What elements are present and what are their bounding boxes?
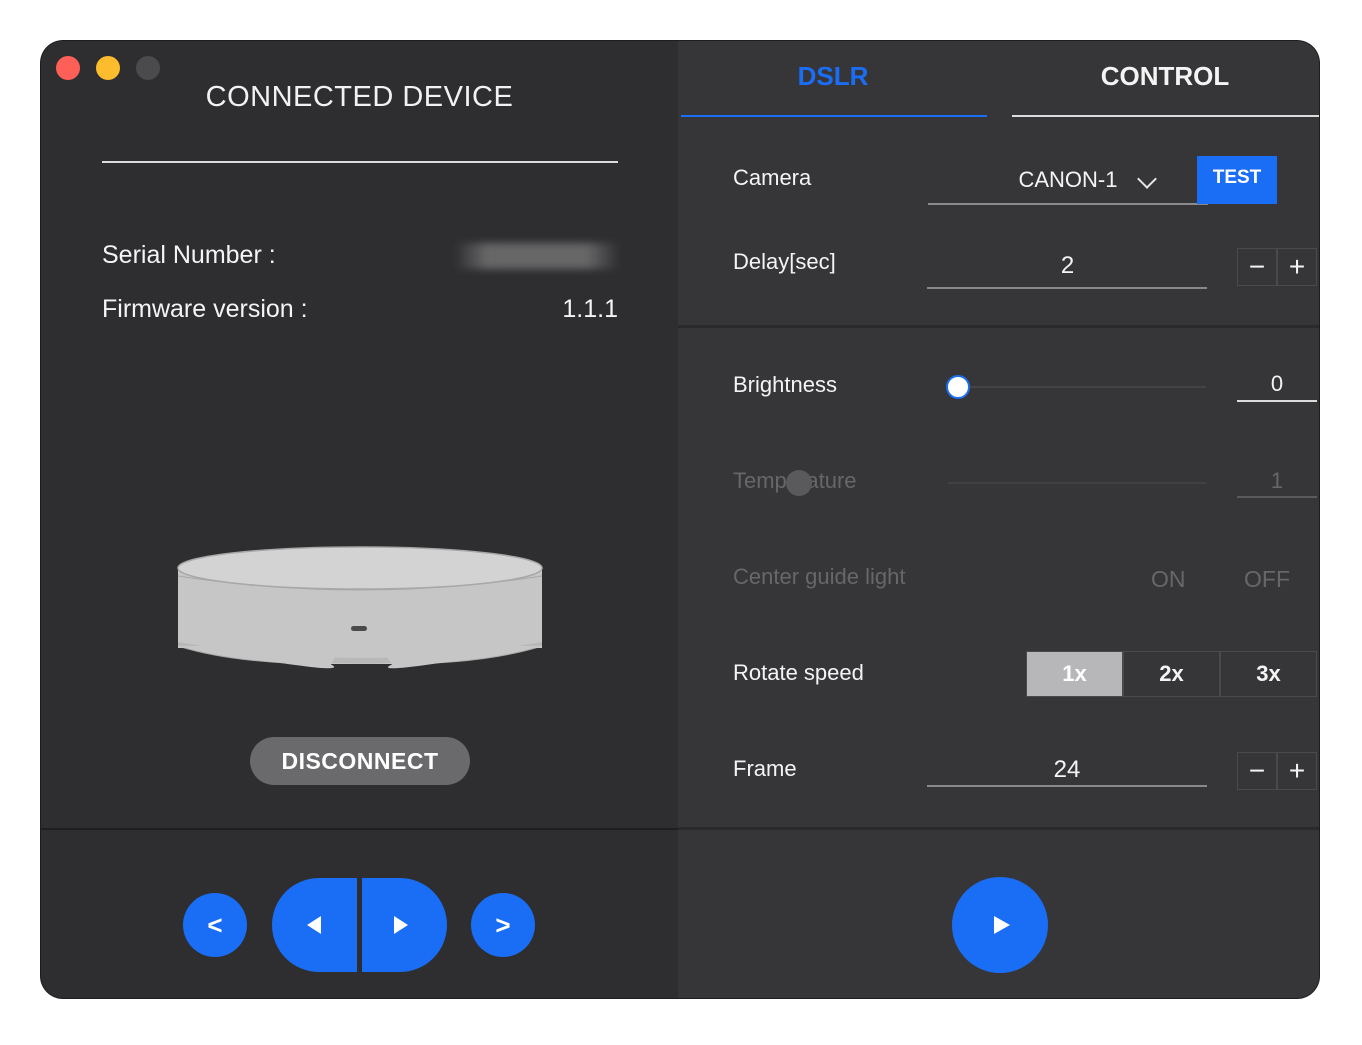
delay-label: Delay[sec]: [733, 249, 836, 274]
rotate-right-button[interactable]: [362, 878, 447, 972]
frame-input-underline: [927, 785, 1207, 787]
camera-select-underline: [928, 203, 1208, 205]
frame-input[interactable]: 24: [927, 756, 1207, 784]
triangle-left-icon: [307, 916, 321, 934]
settings-panel: DSLR CONTROL Camera CANON-1 TEST Delay[s…: [678, 41, 1319, 998]
app-window: CONNECTED DEVICE Serial Number : Firmwar…: [41, 41, 1319, 998]
firmware-version-label: Firmware version :: [102, 295, 308, 323]
frame-increment-button[interactable]: +: [1277, 752, 1317, 790]
temperature-value: 1: [1270, 468, 1284, 493]
speed-1x-button[interactable]: 1x: [1026, 651, 1123, 697]
brightness-value[interactable]: 0: [1237, 371, 1317, 397]
brightness-slider-track[interactable]: [948, 386, 1206, 388]
minimize-window-button[interactable]: [96, 56, 120, 80]
title-divider: [102, 161, 618, 163]
delay-increment-button[interactable]: +: [1277, 248, 1317, 286]
step-previous-button[interactable]: <: [183, 893, 247, 957]
center-guide-light-label: Center guide light: [733, 564, 906, 589]
brightness-slider-knob[interactable]: [946, 375, 970, 399]
guide-light-on-option[interactable]: ON: [1151, 566, 1186, 593]
camera-select-value[interactable]: CANON-1: [928, 167, 1208, 193]
delay-input[interactable]: 2: [928, 252, 1207, 280]
tab-dslr-indicator: [681, 115, 987, 117]
frame-label: Frame: [733, 756, 797, 781]
tab-dslr[interactable]: DSLR: [678, 61, 988, 101]
section-divider: [678, 325, 1319, 328]
temperature-value-underline: [1237, 496, 1317, 498]
tab-control[interactable]: CONTROL: [1011, 61, 1319, 101]
tab-control-underline: [1012, 115, 1319, 117]
temperature-slider-knob: [786, 470, 812, 496]
speed-3x-button[interactable]: 3x: [1220, 651, 1317, 697]
rotate-left-button[interactable]: [272, 878, 357, 972]
device-panel: CONNECTED DEVICE Serial Number : Firmwar…: [41, 41, 678, 998]
triangle-right-icon: [394, 916, 408, 934]
play-icon: [994, 916, 1010, 934]
firmware-version-value: 1.1.1: [562, 295, 618, 323]
step-next-button[interactable]: >: [471, 893, 535, 957]
disconnect-button[interactable]: DISCONNECT: [250, 737, 470, 785]
delay-input-underline: [927, 287, 1207, 289]
serial-number-value-redacted: [454, 243, 620, 269]
brightness-label: Brightness: [733, 372, 837, 397]
rotate-speed-label: Rotate speed: [733, 660, 864, 685]
speed-2x-button[interactable]: 2x: [1123, 651, 1220, 697]
panel-title: CONNECTED DEVICE: [205, 81, 514, 113]
test-button[interactable]: TEST: [1197, 156, 1277, 204]
footer-divider: [41, 828, 678, 830]
frame-decrement-button[interactable]: −: [1237, 752, 1277, 790]
guide-light-off-option[interactable]: OFF: [1244, 566, 1290, 593]
delay-decrement-button[interactable]: −: [1237, 248, 1277, 286]
brightness-value-underline: [1237, 400, 1317, 402]
zoom-window-button[interactable]: [136, 56, 160, 80]
turntable-device-illustration: [177, 546, 543, 669]
start-capture-button[interactable]: [952, 877, 1048, 973]
footer-divider: [678, 827, 1319, 830]
temperature-slider-track: [948, 482, 1206, 484]
serial-number-label: Serial Number :: [102, 241, 276, 269]
camera-label: Camera: [733, 165, 812, 190]
close-window-button[interactable]: [56, 56, 80, 80]
